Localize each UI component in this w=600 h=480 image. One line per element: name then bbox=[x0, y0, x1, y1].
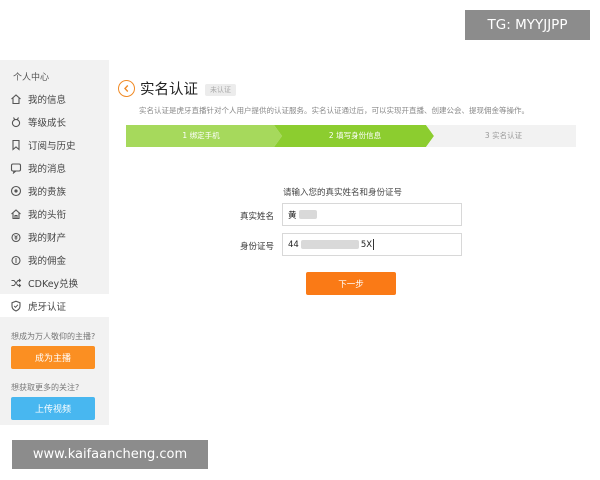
bookmark-icon bbox=[10, 139, 22, 151]
upload-video-button[interactable]: 上传视频 bbox=[11, 397, 95, 420]
back-button[interactable] bbox=[118, 80, 135, 97]
sidebar-item-level[interactable]: 等级成长 bbox=[0, 110, 109, 133]
step-1-label: 1 绑定手机 bbox=[182, 131, 220, 140]
sidebar-item-label: 我的财产 bbox=[28, 232, 67, 244]
promo-question: 想获取更多的关注? bbox=[11, 383, 80, 392]
form-title: 请输入您的真实姓名和身份证号 bbox=[283, 188, 403, 198]
chevron-left-icon bbox=[124, 85, 129, 92]
redacted-mask bbox=[298, 210, 317, 219]
id-number-label: 身份证号 bbox=[239, 242, 274, 252]
step-3-label: 3 实名认证 bbox=[484, 131, 523, 140]
coins-icon bbox=[10, 254, 22, 266]
sidebar-item-cdkey[interactable]: CDKey兑换 bbox=[0, 271, 109, 294]
real-name-label: 真实姓名 bbox=[239, 212, 274, 222]
shuffle-icon bbox=[10, 277, 22, 289]
watermark-top: TG: MYYJJPP bbox=[465, 10, 590, 40]
id-number-prefix: 44 bbox=[288, 239, 299, 250]
watermark-bottom: www.kaifaancheng.com bbox=[12, 440, 208, 469]
sidebar-item-commission[interactable]: 我的佣金 bbox=[0, 248, 109, 271]
shield-check-icon bbox=[10, 300, 22, 312]
sidebar-item-label: 我的信息 bbox=[28, 94, 67, 106]
sidebar-item-title[interactable]: 我的头衔 bbox=[0, 202, 109, 225]
id-number-suffix: 5X bbox=[360, 239, 373, 250]
badge-icon bbox=[10, 185, 22, 197]
sidebar-item-label: 我的头衔 bbox=[28, 209, 67, 221]
sidebar-item-messages[interactable]: 我的消息 bbox=[0, 156, 109, 179]
house-title-icon bbox=[10, 208, 22, 220]
sidebar-item-label: 我的贵族 bbox=[28, 186, 67, 198]
page-description: 实名认证是虎牙直播针对个人用户提供的认证服务。实名认证通过后，可以实现开直播、创… bbox=[139, 106, 529, 115]
sidebar-item-label: 订阅与历史 bbox=[28, 140, 76, 152]
home-icon bbox=[10, 93, 22, 105]
page-title: 实名认证 bbox=[140, 82, 198, 98]
sidebar-heading: 个人中心 bbox=[13, 73, 50, 83]
status-badge: 未认证 bbox=[205, 84, 236, 96]
sidebar: 个人中心 我的信息 等级成长 订阅与历史 我的消息 我的贵族 我的头衔 我的财产… bbox=[0, 60, 109, 425]
id-number-field[interactable]: 44 5X bbox=[282, 233, 462, 256]
sidebar-item-label: 我的消息 bbox=[28, 163, 67, 175]
real-name-field[interactable]: 黄 bbox=[282, 203, 462, 226]
sidebar-item-my-info[interactable]: 我的信息 bbox=[0, 87, 109, 110]
sidebar-item-assets[interactable]: 我的财产 bbox=[0, 225, 109, 248]
medal-icon bbox=[10, 116, 22, 128]
sidebar-item-label: 我的佣金 bbox=[28, 255, 67, 267]
redacted-mask bbox=[300, 240, 359, 249]
sidebar-item-subscriptions[interactable]: 订阅与历史 bbox=[0, 133, 109, 156]
promo-question: 想成为万人敬仰的主播? bbox=[11, 332, 96, 341]
progress-steps: 1 绑定手机 2 填写身份信息 3 实名认证 bbox=[126, 125, 576, 147]
step-2-label: 2 填写身份信息 bbox=[328, 131, 382, 140]
sidebar-item-label: CDKey兑换 bbox=[28, 278, 79, 290]
real-name-value: 黄 bbox=[288, 210, 297, 221]
become-streamer-button[interactable]: 成为主播 bbox=[11, 346, 95, 369]
sidebar-item-noble[interactable]: 我的贵族 bbox=[0, 179, 109, 202]
message-icon bbox=[10, 162, 22, 174]
sidebar-item-label: 虎牙认证 bbox=[28, 301, 67, 313]
text-cursor bbox=[373, 239, 375, 250]
sidebar-item-verification[interactable]: 虎牙认证 bbox=[0, 294, 109, 317]
sidebar-item-label: 等级成长 bbox=[28, 117, 67, 129]
wallet-icon bbox=[10, 231, 22, 243]
next-step-button[interactable]: 下一步 bbox=[306, 272, 396, 295]
